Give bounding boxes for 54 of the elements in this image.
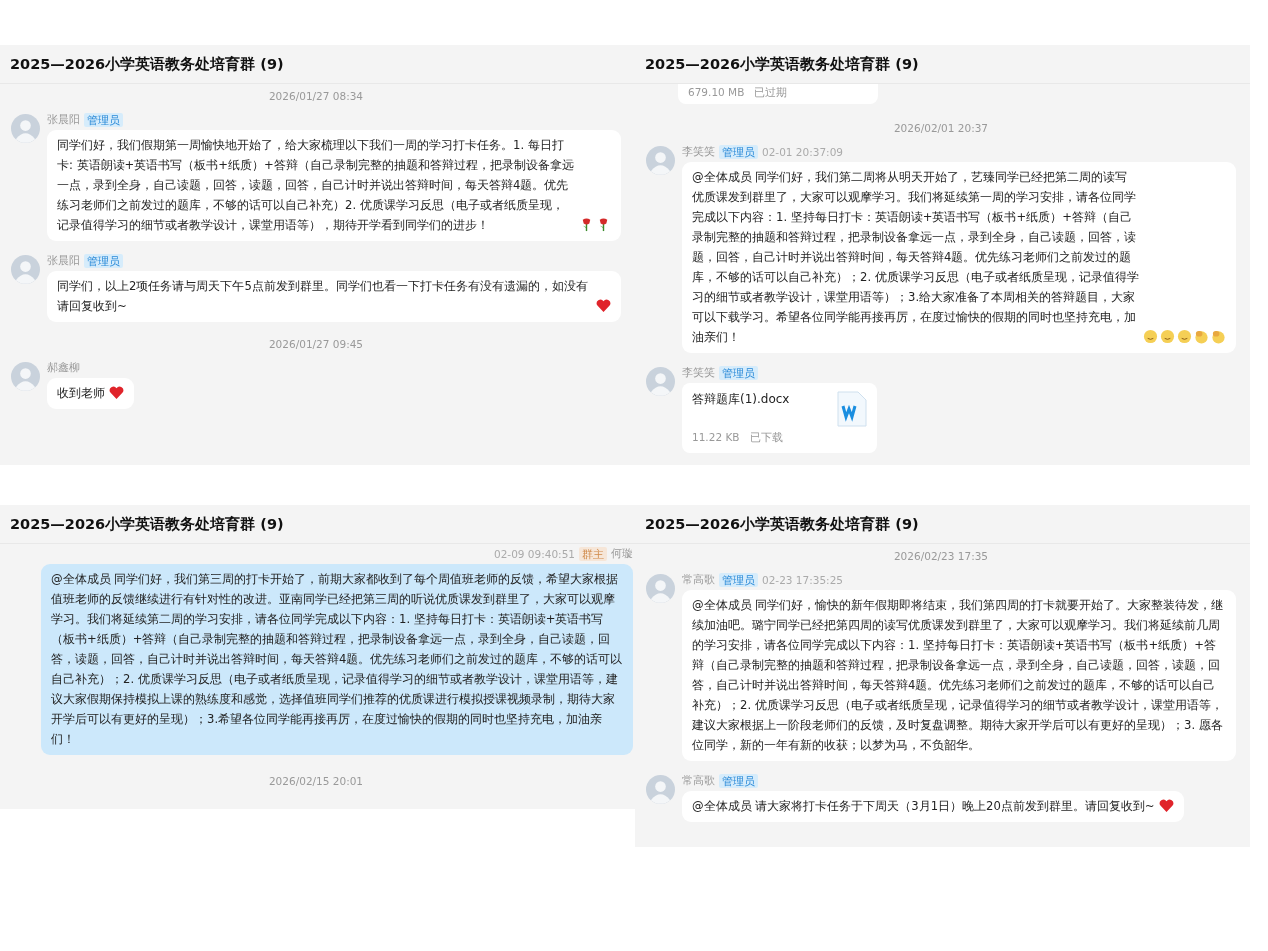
- sender-name: 李笑笑: [682, 366, 715, 380]
- smiley-icon: [1160, 329, 1175, 344]
- avatar-icon[interactable]: [11, 114, 40, 143]
- role-badge: 管理员: [84, 254, 123, 268]
- timestamp: 2026/02/15 20:01: [268, 775, 364, 787]
- role-badge: 管理员: [719, 573, 758, 587]
- file-card[interactable]: 答辩题库(1).docx 11.22 KB 已下载: [682, 383, 877, 453]
- role-badge: 管理员: [719, 774, 758, 788]
- file-status: 已过期: [754, 86, 788, 100]
- timestamp: 2026/01/27 09:45: [268, 338, 364, 350]
- message-time: 02-23 17:35:25: [762, 574, 843, 586]
- message-text: 收到老师: [57, 385, 105, 402]
- file-status: 已下载: [749, 431, 783, 445]
- avatar-icon[interactable]: [646, 775, 675, 804]
- message-text: @全体成员 同学们好，愉快的新年假期即将结束，我们第四周的打卡就要开始了。大家整装待发，继续加油吧。璐宁同学已经把第四周的读写优质课发到群里了，大家可以观摩学习。我们将延续前几周的学习安排，请各位同学完成以下内容：1. 坚持每日打卡：英语朗读+英语书写（板书+纸质）+答辩（自己录制完整的抽题和答辩过程，把录制设备拿远一点，录到全身，自己读题，回答，读题，回答，自己计时并说出答辩时间，每天答辩4题。优先练习老师们之前发过的题库，不够的话可以自己补充）；2. 优质课学习反思（电子或者纸质呈现，记录值得学习的细节或者教学设计，课堂用语等，建议大家根据上一阶段老师们的反馈，及时复盘调整。期待大家开学后可以有更好的呈现）；3. 愿各位同学，新的一年有新的收获；以梦为马，不负韶华。: [692, 597, 1225, 754]
- smiley-icon: [1177, 329, 1192, 344]
- timestamp: 2026/01/27 08:34: [268, 90, 364, 102]
- chat-title: 2025—2026小学英语教务处培育群 (9): [645, 54, 919, 74]
- avatar-icon[interactable]: [11, 255, 40, 284]
- sender-name: 李笑笑: [682, 145, 715, 159]
- role-badge: 管理员: [84, 113, 123, 127]
- avatar-icon[interactable]: [646, 146, 675, 175]
- message-time: 02-01 20:37:09: [762, 146, 843, 158]
- file-size: 11.22 KB: [692, 431, 740, 445]
- chat-title: 2025—2026小学英语教务处培育群 (9): [10, 514, 284, 534]
- sender-name: 何璇: [611, 547, 633, 561]
- heart-icon: [596, 298, 611, 313]
- heart-icon: [109, 385, 124, 400]
- sender-name: 常高歌: [682, 774, 715, 788]
- document-icon: [837, 391, 867, 427]
- role-badge: 管理员: [719, 145, 758, 159]
- avatar-icon[interactable]: [11, 362, 40, 391]
- avatar-icon[interactable]: [646, 574, 675, 603]
- sender-name: 郝鑫柳: [47, 361, 80, 375]
- message-text: 同学们好，我们假期第一周愉快地开始了，给大家梳理以下我们一周的学习打卡任务。1. 每日打卡: 英语朗读+英语书写（板书+纸质）+答辩（自己录制完整的抽题和答辩过程，把录制设备拿远一点，录到全身，自己读题，回答，读题，回答，自己计时并说出答辩时间，每天答辩4题。优先练习老师们之前发过的题库，不够的话可以自己补充）2. 优质课学习反思（电子或者纸质呈现，记录值得学习的细节或者教学设计，课堂用语等），期待开学看到同学们的进步！: [57, 137, 575, 234]
- smiley-icon: [1143, 329, 1158, 344]
- avatar-icon[interactable]: [646, 367, 675, 396]
- message-time: 02-09 09:40:51: [494, 548, 575, 560]
- timestamp: 2026/02/01 20:37: [893, 122, 989, 134]
- chat-title: 2025—2026小学英语教务处培育群 (9): [10, 54, 284, 74]
- role-badge: 管理员: [719, 366, 758, 380]
- chat-title: 2025—2026小学英语教务处培育群 (9): [645, 514, 919, 534]
- role-badge: 群主: [579, 547, 607, 561]
- message-text: @全体成员 同学们好，我们第二周将从明天开始了，艺臻同学已经把第二周的读写优质课发到群里了，大家可以观摩学习。我们将延续第一周的学习安排，请各位同学完成以下内容：1. 坚持每日打卡：英语朗读+英语书写（板书+纸质）+答辩（自己录制完整的抽题和答辩过程，把录制设备拿远一点，录到全身，自己读题，回答，读题，回答，自己计时并说出答辩时间，每天答辩4题。优先练习老师们之前发过的题库，不够的话可以自己补充）；2. 优质课学习反思（电子或者纸质呈现，记录值得学习的细节或者教学设计，课堂用语等）；3.给大家准备了本周相关的答辩题目，大家可以下载学习。希望各位同学能再接再厉，在度过愉快的假期的同时也坚持充电，加油亲们！: [692, 169, 1139, 346]
- file-size: 679.10 MB: [688, 86, 745, 100]
- sender-name: 张晨阳: [47, 113, 80, 127]
- sender-name: 常高歌: [682, 573, 715, 587]
- sender-name: 张晨阳: [47, 254, 80, 268]
- timestamp: 2026/02/23 17:35: [893, 550, 989, 562]
- heart-icon: [1158, 798, 1174, 813]
- message-text: 同学们，以上2项任务请与周天下午5点前发到群里。同学们也看一下打卡任务有没有遗漏的，如没有请回复收到~: [57, 278, 589, 315]
- file-name: 答辩题库(1).docx: [692, 391, 790, 408]
- message-text: @全体成员 请大家将打卡任务于下周天（3月1日）晚上20点前发到群里。请回复收到~: [692, 798, 1155, 815]
- message-text: @全体成员 同学们好，我们第三周的打卡开始了，前期大家都收到了每个周值班老师的反馈，希望大家根据值班老师的反馈继续进行有针对性的改进。亚南同学已经把第三周的听说优质课发到群里了，大家可以观摩学习。我们将延续第二周的学习安排，请各位同学完成以下内容：1. 坚持每日打卡：英语朗读+英语书写（板书+纸质）+答辩（自己录制完整的抽题和答辩过程，把录制设备拿远一点，录到全身，自己读题，回答，读题，回答，自己计时并说出答辩时间，每天答辩4题。优先练习老师们之前发过的题库，不够的话可以自己补充）；2. 优质课学习反思（电子或者纸质呈现，记录值得学习的细节或者教学设计，课堂用语等，建议大家假期保持模拟上课的熟练度和感觉，选择值班同学们推荐的优质课进行模拟授课视频录制，期待大家开学后可以有更好的呈现）；3.希望各位同学能再接再厉，在度过愉快的假期的同时也坚持充电，加油亲们！: [51, 572, 623, 746]
